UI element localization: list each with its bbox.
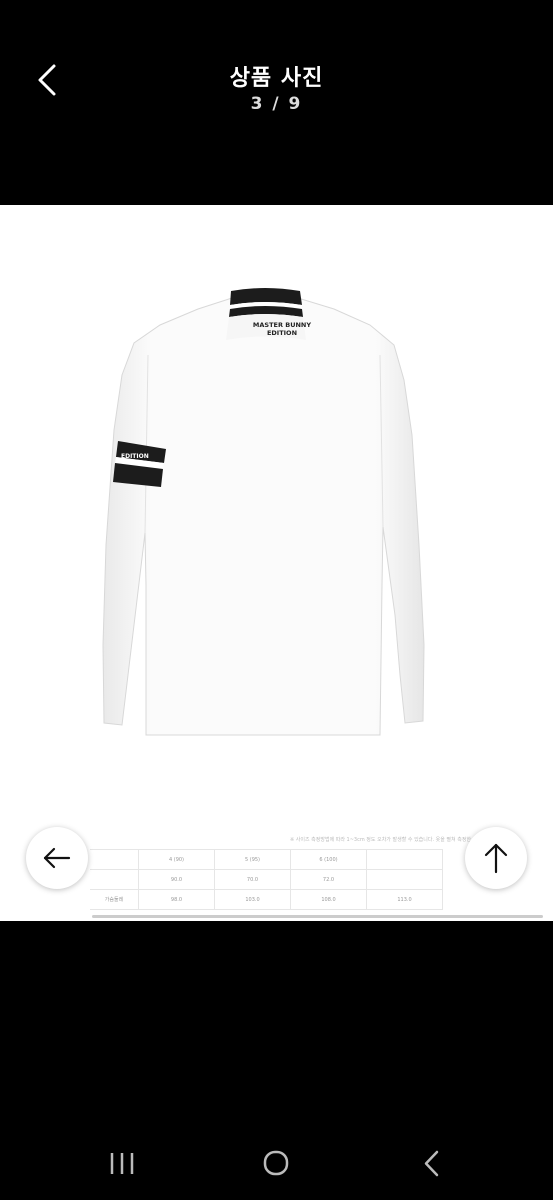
table-row: 가슴둘레 98.0 103.0 108.0 113.0 [90, 889, 443, 910]
recent-apps-button[interactable] [102, 1146, 142, 1182]
table-cell [366, 849, 443, 870]
table-cell [90, 849, 139, 870]
table-cell: 72.0 [290, 869, 367, 890]
table-cell: 70.0 [214, 869, 291, 890]
table-cell: 113.0 [366, 889, 443, 910]
table-cell: 5 (95) [214, 849, 291, 870]
product-image: MASTER BUNNY EDITION EDITION [102, 288, 425, 736]
table-cell: 108.0 [290, 889, 367, 910]
system-back-icon [424, 1150, 439, 1177]
size-table: 4 (90) 5 (95) 6 (100) 90.0 70.0 72.0 가슴둘… [90, 849, 443, 910]
page-title: 상품 사진 [229, 66, 324, 91]
table-cell [90, 869, 139, 890]
table-cell: 가슴둘레 [90, 889, 139, 910]
system-back-button[interactable] [412, 1146, 452, 1182]
table-cell [366, 869, 443, 890]
table-cell: 4 (90) [138, 849, 215, 870]
sleeve-print: EDITION [121, 453, 149, 460]
arrow-up-icon [484, 843, 508, 874]
home-button[interactable] [256, 1146, 296, 1182]
arrow-left-icon [43, 847, 71, 869]
table-cell: 103.0 [214, 889, 291, 910]
home-icon [263, 1150, 289, 1176]
table-cell: 98.0 [138, 889, 215, 910]
table-row: 4 (90) 5 (95) 6 (100) [90, 849, 443, 870]
recent-apps-icon [110, 1153, 134, 1174]
scroll-to-top-button[interactable] [465, 827, 527, 889]
table-cell: 90.0 [138, 869, 215, 890]
table-cell: 6 (100) [290, 849, 367, 870]
header-bar: 상품 사진 3 / 9 [0, 0, 553, 205]
image-counter: 3 / 9 [250, 94, 303, 114]
product-image-viewer[interactable]: MASTER BUNNY EDITION EDITION [0, 205, 553, 921]
table-row: 90.0 70.0 72.0 [90, 869, 443, 890]
horizontal-scrollbar[interactable] [92, 915, 543, 918]
collar-print-line2: EDITION [267, 329, 297, 337]
previous-image-button[interactable] [26, 827, 88, 889]
collar-print-line1: MASTER BUNNY [253, 321, 311, 329]
